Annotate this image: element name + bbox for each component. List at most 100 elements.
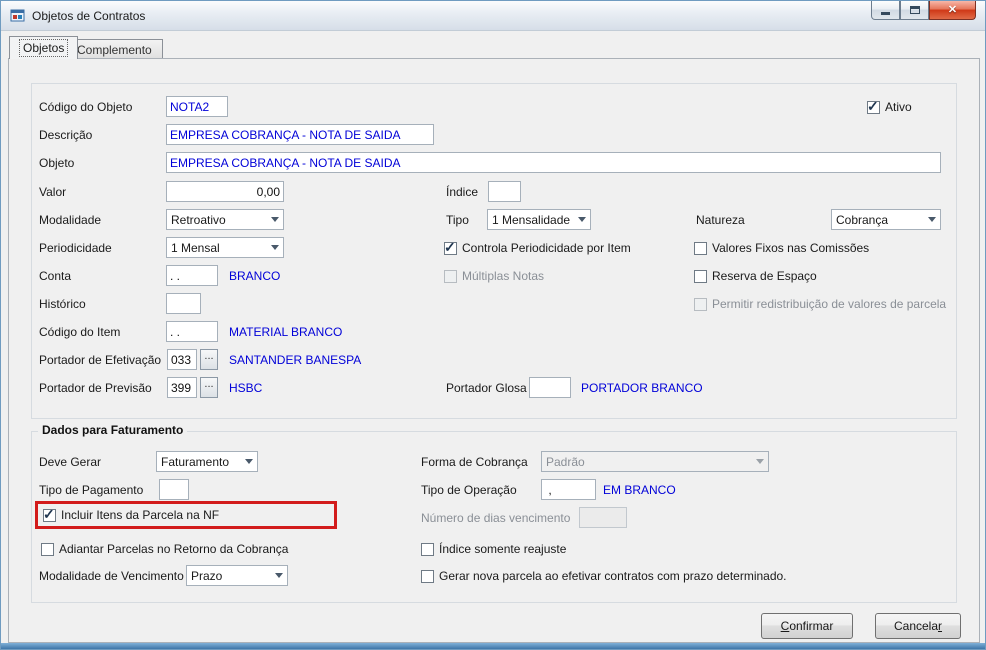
chevron-down-icon xyxy=(267,238,283,257)
portador-glosa-input[interactable] xyxy=(529,377,571,398)
chevron-down-icon xyxy=(267,210,283,229)
forma-cobranca-label: Forma de Cobrança xyxy=(421,455,528,469)
incluir-itens-label: Incluir Itens da Parcela na NF xyxy=(61,508,220,522)
tab-objetos[interactable]: Objetos xyxy=(9,36,79,59)
codigo-item-hint: MATERIAL BRANCO xyxy=(229,325,343,339)
ativo-checkbox-box xyxy=(867,98,880,115)
codigo-item-input[interactable] xyxy=(166,321,218,342)
cancelar-button[interactable]: Cancela r xyxy=(875,613,961,639)
gerar-nova-parcela-label: Gerar nova parcela ao efetivar contratos… xyxy=(439,569,787,583)
adiantar-parcelas-label: Adiantar Parcelas no Retorno da Cobrança xyxy=(59,542,289,556)
portador-efetivacao-label: Portador de Efetivação xyxy=(39,353,162,367)
reserva-espaco-label: Reserva de Espaço xyxy=(712,269,817,283)
title-bar[interactable]: Objetos de Contratos ✕ xyxy=(1,1,985,31)
historico-input[interactable] xyxy=(166,293,201,314)
minimize-icon xyxy=(881,12,890,15)
chevron-down-icon xyxy=(924,210,940,229)
portador-efetivacao-browse-button[interactable]: ... xyxy=(200,349,218,370)
valor-input[interactable] xyxy=(166,181,284,202)
conta-hint: BRANCO xyxy=(229,269,281,283)
close-button[interactable]: ✕ xyxy=(929,1,976,20)
modalidade-value: Retroativo xyxy=(171,212,226,227)
natureza-select[interactable]: Cobrança xyxy=(831,209,941,230)
chevron-down-icon xyxy=(574,210,590,229)
reserva-espaco-checkbox[interactable]: Reserva de Espaço xyxy=(694,266,817,286)
conta-input[interactable] xyxy=(166,265,218,286)
adiantar-parcelas-checkbox[interactable]: Adiantar Parcelas no Retorno da Cobrança xyxy=(41,539,288,559)
cancelar-label-key: r xyxy=(938,619,943,633)
ativo-label: Ativo xyxy=(885,100,912,114)
tipo-label: Tipo xyxy=(446,213,469,227)
tab-complemento[interactable]: Complemento xyxy=(66,39,163,59)
periodicidade-select[interactable]: 1 Mensal xyxy=(166,237,284,258)
valores-fixos-checkbox[interactable]: Valores Fixos nas Comissões xyxy=(694,238,869,258)
indice-input[interactable] xyxy=(488,181,521,202)
minimize-button[interactable] xyxy=(871,1,900,20)
portador-glosa-hint: PORTADOR BRANCO xyxy=(581,381,703,395)
incluir-itens-checkbox-box xyxy=(43,506,56,523)
portador-efetivacao-hint: SANTANDER BANESPA xyxy=(229,353,362,367)
portador-previsao-input[interactable] xyxy=(167,377,197,398)
dialog-objetos-de-contratos: Objetos de Contratos ✕ Objetos Complemen… xyxy=(0,0,986,650)
tipo-operacao-label: Tipo de Operação xyxy=(421,483,517,497)
chevron-down-icon xyxy=(271,566,287,585)
app-icon xyxy=(10,9,25,22)
window-title: Objetos de Contratos xyxy=(32,9,146,23)
maximize-icon xyxy=(909,6,920,14)
periodicidade-label: Periodicidade xyxy=(39,241,112,255)
window-bottom-border xyxy=(1,643,985,649)
conta-label: Conta xyxy=(39,269,72,283)
ativo-checkbox[interactable]: Ativo xyxy=(867,97,912,117)
modalidade-select[interactable]: Retroativo xyxy=(166,209,284,230)
numero-dias-label: Número de dias vencimento xyxy=(421,511,571,525)
deve-gerar-value: Faturamento xyxy=(161,454,230,469)
reserva-espaco-checkbox-box xyxy=(694,269,707,283)
codigo-objeto-input[interactable] xyxy=(166,96,228,117)
indice-reajuste-label: Índice somente reajuste xyxy=(439,542,567,556)
controla-periodicidade-checkbox[interactable]: Controla Periodicidade por Item xyxy=(444,238,631,258)
permitir-redistribuicao-checkbox: Permitir redistribuição de valores de pa… xyxy=(694,294,946,314)
natureza-label: Natureza xyxy=(696,213,745,227)
objeto-label: Objeto xyxy=(39,156,75,170)
chevron-down-icon xyxy=(752,452,768,471)
modalidade-vencimento-label: Modalidade de Vencimento xyxy=(39,569,184,583)
gerar-nova-parcela-checkbox[interactable]: Gerar nova parcela ao efetivar contratos… xyxy=(421,566,787,586)
historico-label: Histórico xyxy=(39,297,86,311)
modalidade-label: Modalidade xyxy=(39,213,102,227)
maximize-button[interactable] xyxy=(900,1,929,20)
chevron-down-icon xyxy=(241,452,257,471)
portador-previsao-hint: HSBC xyxy=(229,381,263,395)
portador-efetivacao-input[interactable] xyxy=(167,349,197,370)
indice-reajuste-checkbox[interactable]: Índice somente reajuste xyxy=(421,539,566,559)
modalidade-vencimento-value: Prazo xyxy=(191,568,223,583)
tipo-select[interactable]: 1 Mensalidade xyxy=(487,209,591,230)
cancelar-label-pre: Cancela xyxy=(893,619,939,633)
controla-periodicidade-label: Controla Periodicidade por Item xyxy=(462,241,631,255)
portador-previsao-browse-button[interactable]: ... xyxy=(200,377,218,398)
objeto-input[interactable] xyxy=(166,152,941,173)
deve-gerar-select[interactable]: Faturamento xyxy=(156,451,258,472)
descricao-input[interactable] xyxy=(166,124,434,145)
adiantar-parcelas-checkbox-box xyxy=(41,542,54,556)
deve-gerar-label: Deve Gerar xyxy=(39,455,102,469)
forma-cobranca-value: Padrão xyxy=(546,454,585,469)
gerar-nova-parcela-checkbox-box xyxy=(421,569,434,583)
codigo-item-label: Código do Item xyxy=(39,325,121,339)
incluir-itens-checkbox[interactable]: Incluir Itens da Parcela na NF xyxy=(43,505,219,525)
controla-periodicidade-checkbox-box xyxy=(444,239,457,256)
tipo-operacao-hint: EM BRANCO xyxy=(603,483,676,497)
indice-label: Índice xyxy=(446,185,479,199)
valor-label: Valor xyxy=(39,185,67,199)
tipo-pagamento-input[interactable] xyxy=(159,479,189,500)
tipo-operacao-input[interactable] xyxy=(541,479,596,500)
tab-objetos-label: Objetos xyxy=(18,39,69,57)
tipo-pagamento-label: Tipo de Pagamento xyxy=(39,483,144,497)
confirmar-label-key: C xyxy=(780,619,790,633)
modalidade-vencimento-select[interactable]: Prazo xyxy=(186,565,288,586)
tipo-value: 1 Mensalidade xyxy=(492,212,571,227)
multiplas-notas-checkbox: Múltiplas Notas xyxy=(444,266,544,286)
permitir-redistribuicao-checkbox-box xyxy=(694,297,707,311)
multiplas-notas-checkbox-box xyxy=(444,269,457,283)
valores-fixos-checkbox-box xyxy=(694,241,707,255)
confirmar-button[interactable]: Confirmar xyxy=(761,613,853,639)
